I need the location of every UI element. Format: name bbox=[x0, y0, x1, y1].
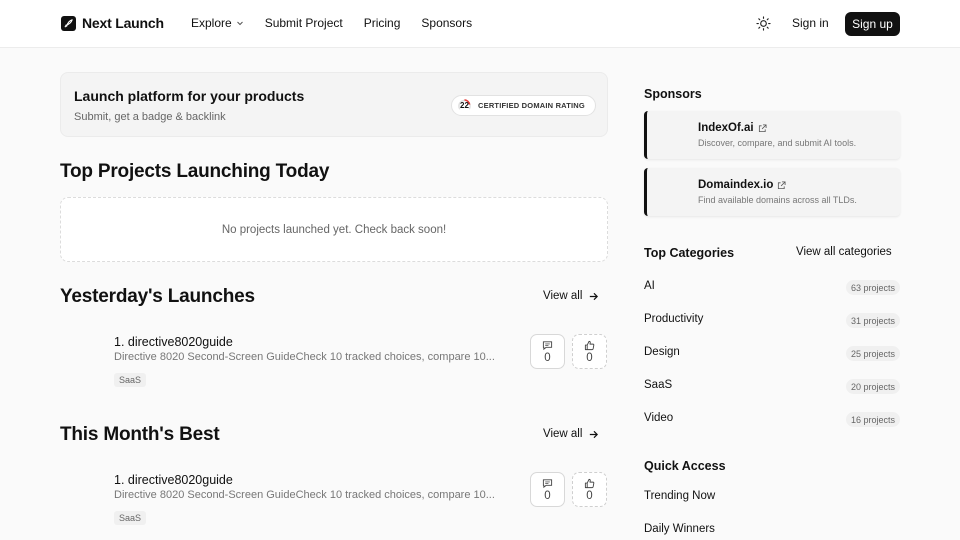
category-count: 16 projects bbox=[845, 412, 900, 427]
sponsors-title: Sponsors bbox=[644, 87, 702, 101]
sponsor-card-indexof[interactable]: IndexOf.ai Discover, compare, and submit… bbox=[644, 111, 900, 159]
sign-in-link[interactable]: Sign in bbox=[792, 16, 829, 30]
project-tag[interactable]: SaaS bbox=[114, 511, 147, 525]
category-count: 25 projects bbox=[845, 346, 900, 361]
sponsor-name: IndexOf.ai bbox=[698, 122, 754, 134]
category-count: 20 projects bbox=[845, 379, 900, 394]
category-count: 31 projects bbox=[845, 313, 900, 328]
hero-subtitle: Submit, get a badge & backlink bbox=[74, 111, 226, 123]
quick-access-daily-winners[interactable]: Daily Winners bbox=[644, 523, 715, 535]
view-all-label: View all bbox=[543, 428, 583, 440]
quick-access-title: Quick Access bbox=[644, 459, 726, 473]
logo[interactable]: Next Launch bbox=[61, 15, 164, 31]
category-name: Design bbox=[644, 346, 680, 358]
sponsor-name-row: Domaindex.io bbox=[698, 179, 786, 191]
quick-access-trending[interactable]: Trending Now bbox=[644, 490, 715, 502]
badge-text: CERTIFIED DOMAIN RATING bbox=[478, 101, 585, 110]
comment-button[interactable]: 0 bbox=[530, 472, 565, 507]
category-name: SaaS bbox=[644, 379, 673, 391]
hero-title: Launch platform for your products bbox=[74, 88, 305, 104]
sponsor-card-domaindex[interactable]: Domaindex.io Find available domains acro… bbox=[644, 168, 900, 216]
nav-explore[interactable]: Explore bbox=[191, 16, 244, 30]
comment-icon bbox=[542, 478, 553, 488]
logo-text: Next Launch bbox=[82, 15, 164, 31]
sponsor-name: Domaindex.io bbox=[698, 179, 774, 191]
project-description: Directive 8020 Second-Screen GuideCheck … bbox=[114, 351, 495, 363]
view-all-label: View all bbox=[543, 290, 583, 302]
category-name: AI bbox=[644, 280, 655, 292]
nav-explore-label: Explore bbox=[191, 16, 232, 30]
rating-gauge-icon: 22 bbox=[457, 98, 472, 113]
external-link-icon bbox=[778, 180, 786, 189]
sponsor-name-row: IndexOf.ai bbox=[698, 122, 767, 134]
badge-number: 22 bbox=[460, 101, 469, 110]
upvote-button[interactable]: 0 bbox=[572, 334, 607, 369]
nav-pricing[interactable]: Pricing bbox=[364, 16, 401, 30]
comment-count: 0 bbox=[544, 351, 551, 364]
upvote-count: 0 bbox=[586, 489, 593, 502]
sponsor-description: Discover, compare, and submit AI tools. bbox=[698, 138, 857, 148]
upvote-count: 0 bbox=[586, 351, 593, 364]
thumbs-up-icon bbox=[584, 478, 595, 488]
category-row-design[interactable]: Design 25 projects bbox=[644, 346, 900, 362]
comment-count: 0 bbox=[544, 489, 551, 502]
nav-submit-project[interactable]: Submit Project bbox=[265, 16, 343, 30]
domain-rating-badge[interactable]: 22 CERTIFIED DOMAIN RATING bbox=[451, 95, 596, 116]
top-header: Next Launch Explore Submit Project Prici… bbox=[0, 0, 960, 48]
category-count: 63 projects bbox=[845, 280, 900, 295]
month-view-all[interactable]: View all bbox=[543, 428, 599, 440]
thumbs-up-icon bbox=[584, 340, 595, 350]
upvote-button[interactable]: 0 bbox=[572, 472, 607, 507]
today-section-title: Top Projects Launching Today bbox=[60, 161, 330, 182]
category-row-productivity[interactable]: Productivity 31 projects bbox=[644, 313, 900, 329]
view-all-categories-link[interactable]: View all categories bbox=[796, 246, 892, 258]
category-name: Productivity bbox=[644, 313, 704, 325]
arrow-right-icon bbox=[590, 292, 599, 300]
yesterday-view-all[interactable]: View all bbox=[543, 290, 599, 302]
yesterday-section-title: Yesterday's Launches bbox=[60, 286, 255, 307]
category-row-saas[interactable]: SaaS 20 projects bbox=[644, 379, 900, 395]
sponsor-description: Find available domains across all TLDs. bbox=[698, 195, 857, 205]
sign-up-button[interactable]: Sign up bbox=[845, 12, 900, 36]
rocket-icon bbox=[61, 15, 76, 31]
hero-card: Launch platform for your products Submit… bbox=[60, 72, 608, 137]
project-name[interactable]: 1. directive8020guide bbox=[114, 473, 233, 487]
chevron-down-icon bbox=[236, 21, 243, 26]
arrow-right-icon bbox=[590, 430, 599, 438]
project-name[interactable]: 1. directive8020guide bbox=[114, 335, 233, 349]
category-row-video[interactable]: Video 16 projects bbox=[644, 412, 900, 428]
project-tag[interactable]: SaaS bbox=[114, 373, 147, 387]
month-section-title: This Month's Best bbox=[60, 424, 220, 445]
external-link-icon bbox=[758, 123, 767, 132]
categories-title: Top Categories bbox=[644, 246, 735, 260]
category-row-ai[interactable]: AI 63 projects bbox=[644, 280, 900, 296]
category-name: Video bbox=[644, 412, 674, 424]
today-empty-state: No projects launched yet. Check back soo… bbox=[60, 197, 608, 262]
nav-sponsors[interactable]: Sponsors bbox=[421, 16, 472, 30]
comment-icon bbox=[542, 340, 553, 350]
main-nav: Explore Submit Project Pricing Sponsors bbox=[191, 16, 472, 30]
project-description: Directive 8020 Second-Screen GuideCheck … bbox=[114, 489, 495, 501]
sun-icon[interactable] bbox=[756, 16, 771, 31]
comment-button[interactable]: 0 bbox=[530, 334, 565, 369]
